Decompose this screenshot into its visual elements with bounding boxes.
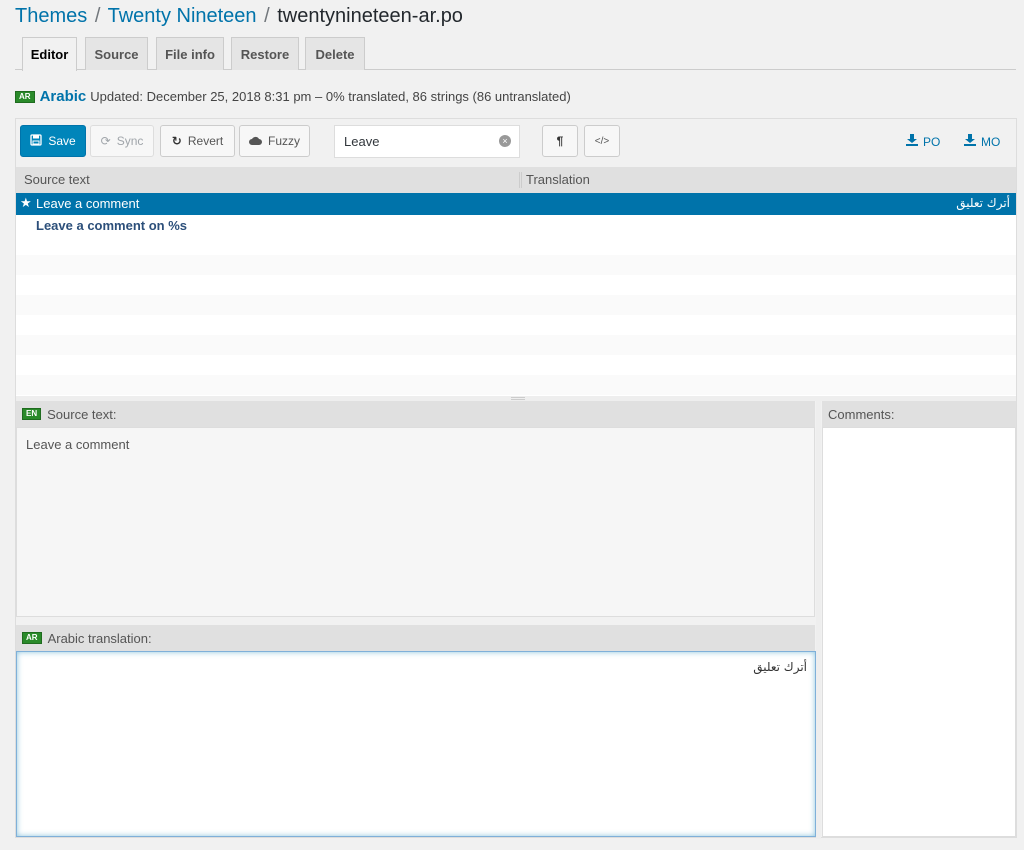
download-po-button[interactable]: PO xyxy=(906,134,940,149)
column-header-source[interactable]: Source text xyxy=(24,172,90,187)
translation-editor: Save ⟳ Sync ↻ Revert Fuzzy × ¶ </> PO xyxy=(15,118,1017,839)
translation-textarea[interactable] xyxy=(17,652,815,836)
download-icon xyxy=(964,134,976,149)
string-row[interactable]: ★ Leave a comment أترك تعليق xyxy=(16,193,1016,215)
search-field: × xyxy=(334,125,520,158)
source-pane-label: Source text: xyxy=(47,406,117,422)
string-list: ★ Leave a comment أترك تعليق Leave a com… xyxy=(16,193,1016,396)
source-pane-header: EN Source text: xyxy=(16,401,815,427)
tab-restore[interactable]: Restore xyxy=(231,37,299,70)
clear-search-icon[interactable]: × xyxy=(499,135,511,147)
star-icon: ★ xyxy=(20,195,32,210)
floppy-disk-icon xyxy=(30,133,42,149)
fuzzy-button[interactable]: Fuzzy xyxy=(239,125,310,157)
splitter-grip-icon xyxy=(511,397,525,400)
empty-row xyxy=(16,315,1016,335)
download-mo-label: MO xyxy=(981,134,1001,149)
tab-source[interactable]: Source xyxy=(85,37,148,70)
sync-button[interactable]: ⟳ Sync xyxy=(90,125,154,157)
tab-editor[interactable]: Editor xyxy=(22,37,77,71)
cloud-icon xyxy=(248,134,262,148)
sync-label: Sync xyxy=(116,134,144,148)
translation-pane-header: AR Arabic translation: xyxy=(16,625,815,651)
language-name[interactable]: Arabic xyxy=(40,88,87,105)
empty-row xyxy=(16,295,1016,315)
tab-delete[interactable]: Delete xyxy=(305,37,365,70)
fuzzy-label: Fuzzy xyxy=(267,134,300,148)
save-button[interactable]: Save xyxy=(20,125,86,157)
toggle-code-view-button[interactable]: </> xyxy=(584,125,620,157)
grid-header: Source text Translation xyxy=(16,167,1016,193)
empty-row xyxy=(16,375,1016,395)
tab-file-info[interactable]: File info xyxy=(156,37,224,70)
empty-row xyxy=(16,355,1016,375)
breadcrumb: Themes / Twenty Nineteen / twentyninetee… xyxy=(15,3,463,29)
empty-row xyxy=(16,275,1016,295)
breadcrumb-separator: / xyxy=(264,5,270,27)
breadcrumb-link-themes[interactable]: Themes xyxy=(15,5,87,27)
revert-label: Revert xyxy=(187,134,224,148)
file-status: AR Arabic Updated: December 25, 2018 8:3… xyxy=(15,88,571,105)
empty-row xyxy=(16,335,1016,355)
breadcrumb-link-twenty-nineteen[interactable]: Twenty Nineteen xyxy=(108,5,257,27)
search-input[interactable] xyxy=(335,126,485,157)
row-source-text: Leave a comment on %s xyxy=(36,218,187,233)
breadcrumb-separator: / xyxy=(94,5,101,27)
status-text: Updated: December 25, 2018 8:31 pm – 0% … xyxy=(90,89,571,104)
vertical-splitter[interactable] xyxy=(816,401,821,839)
save-label: Save xyxy=(48,134,76,148)
comments-pane-label: Comments: xyxy=(828,406,895,422)
revert-button[interactable]: ↻ Revert xyxy=(160,125,235,157)
comments-pane-header: Comments: xyxy=(822,401,1016,427)
toggle-invisibles-button[interactable]: ¶ xyxy=(542,125,578,157)
download-icon xyxy=(906,134,918,149)
tab-bar: Editor Source File info Restore Delete xyxy=(15,37,1016,71)
undo-icon: ↻ xyxy=(171,134,182,148)
language-flag: AR xyxy=(15,90,35,103)
column-resize-handle[interactable] xyxy=(519,172,522,188)
translation-pane-label: Arabic translation: xyxy=(47,630,152,646)
refresh-icon: ⟳ xyxy=(100,134,111,148)
breadcrumb-current-file: twentynineteen-ar.po xyxy=(277,5,463,27)
row-source-text: Leave a comment xyxy=(36,196,140,211)
row-translation-text: أترك تعليق xyxy=(956,196,1010,210)
target-language-flag: AR xyxy=(22,632,42,644)
download-po-label: PO xyxy=(923,134,941,149)
empty-row xyxy=(16,235,1016,255)
source-text-view: Leave a comment xyxy=(16,427,815,617)
empty-row xyxy=(16,255,1016,275)
editor-toolbar: Save ⟳ Sync ↻ Revert Fuzzy × ¶ </> PO xyxy=(16,119,1016,167)
column-header-translation[interactable]: Translation xyxy=(526,172,590,187)
comments-view[interactable] xyxy=(822,427,1016,837)
translation-field xyxy=(16,651,816,837)
string-row[interactable]: Leave a comment on %s xyxy=(16,215,1016,235)
source-language-flag: EN xyxy=(22,408,42,420)
download-mo-button[interactable]: MO xyxy=(964,134,1000,149)
